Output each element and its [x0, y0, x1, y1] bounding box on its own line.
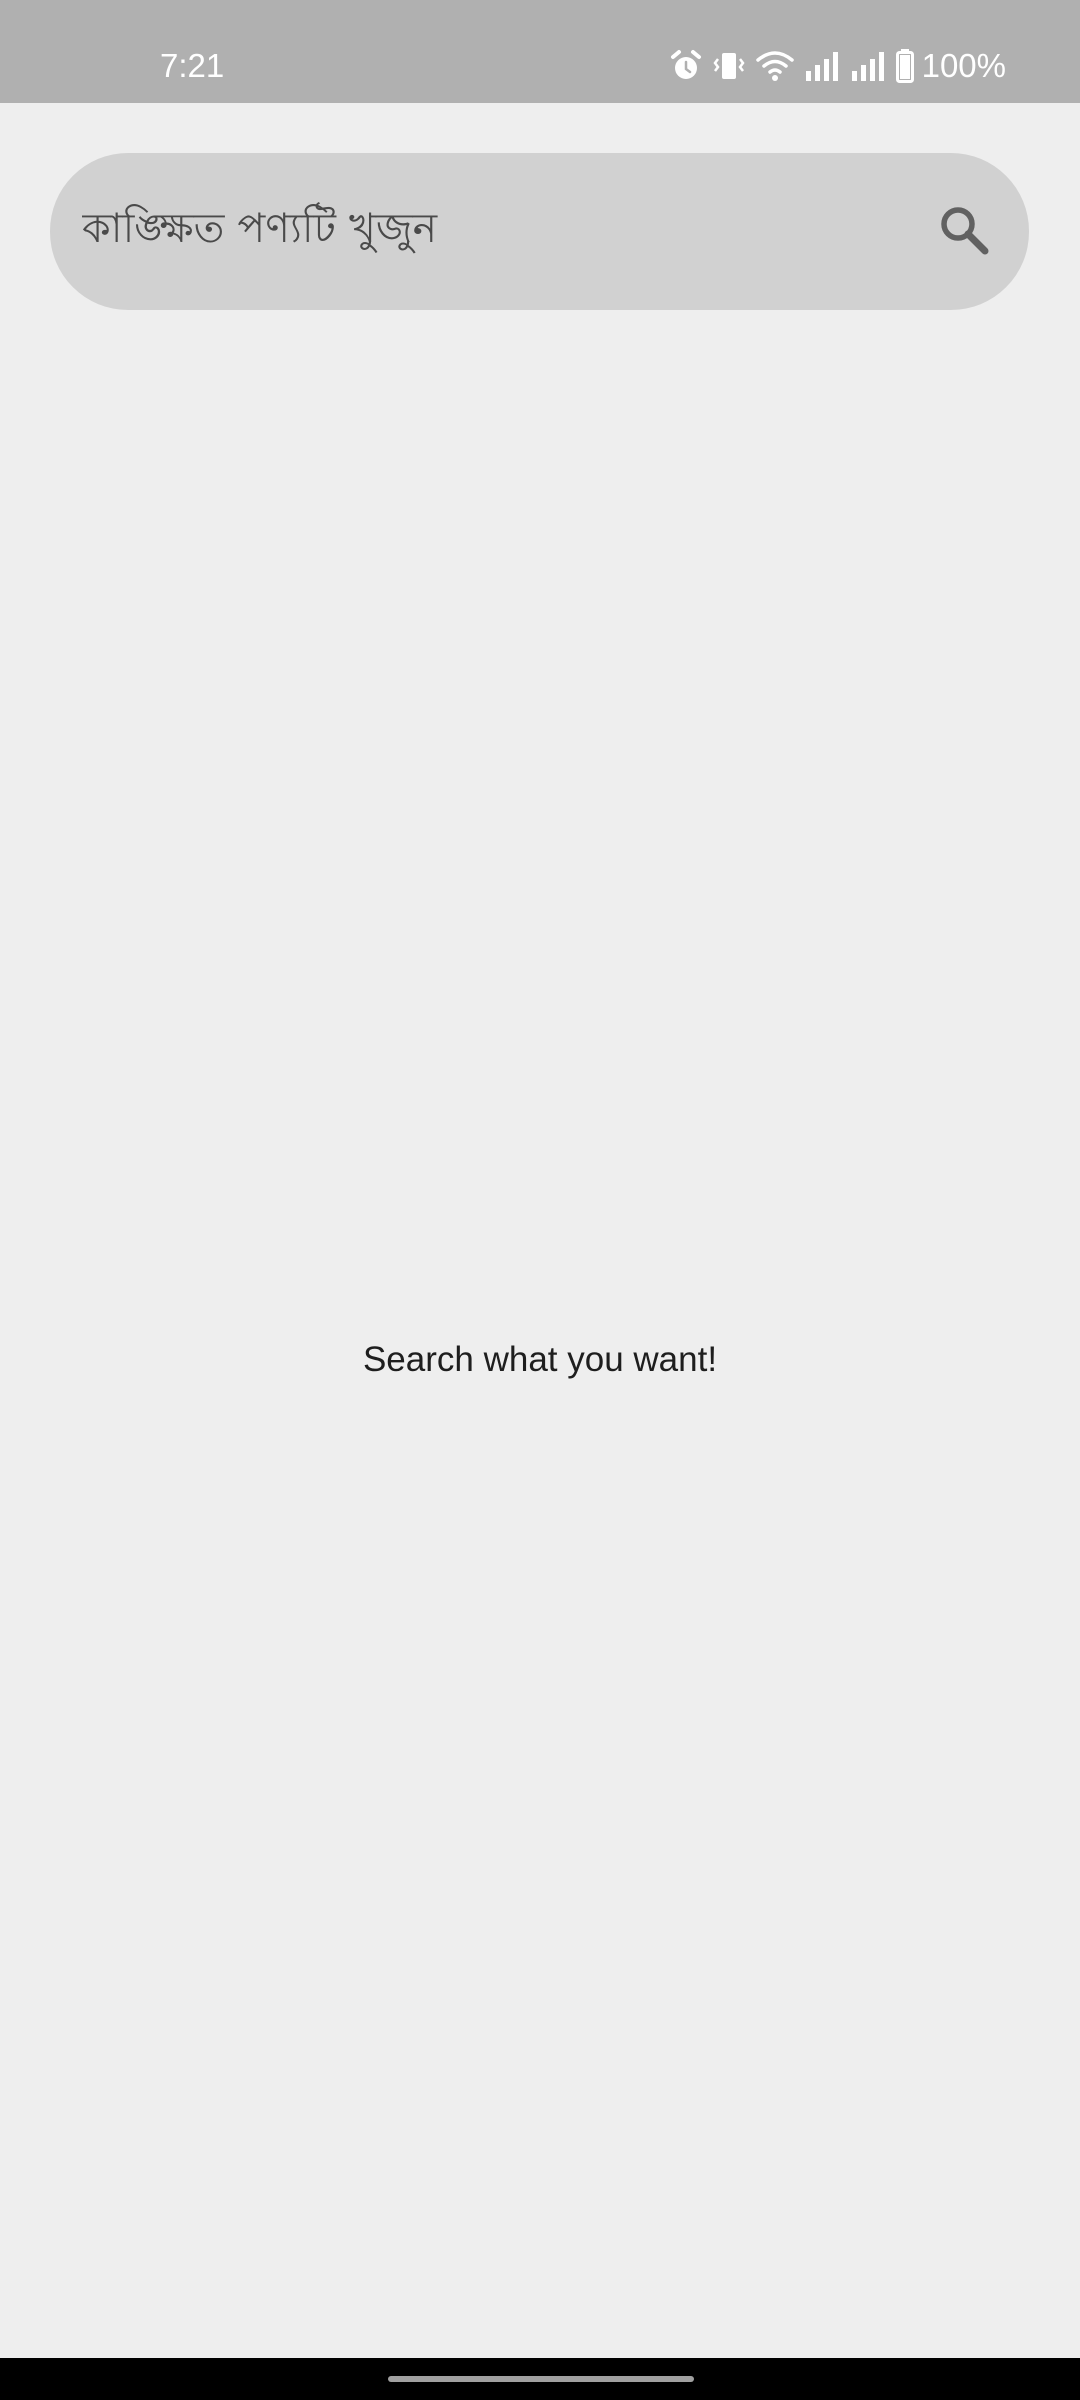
search-button[interactable]: [931, 199, 997, 265]
home-gesture-handle[interactable]: [388, 2376, 694, 2382]
status-bar: 7:21 100%: [0, 0, 1080, 103]
search-input[interactable]: [82, 183, 902, 273]
battery-icon: [895, 49, 914, 83]
vibrate-icon: [712, 49, 746, 83]
alarm-icon: [670, 49, 702, 83]
empty-state-message: Search what you want!: [362, 1340, 718, 1379]
search-icon: [938, 204, 990, 260]
status-time: 7:21: [160, 47, 225, 84]
signal-icon: [804, 51, 840, 81]
navigation-bar: [0, 2358, 1080, 2400]
wifi-icon: [755, 50, 794, 82]
signal-icon: [850, 51, 886, 81]
battery-percent: 100%: [921, 47, 1006, 84]
status-icons: 100%: [670, 46, 1006, 86]
search-bar: [50, 153, 1029, 310]
